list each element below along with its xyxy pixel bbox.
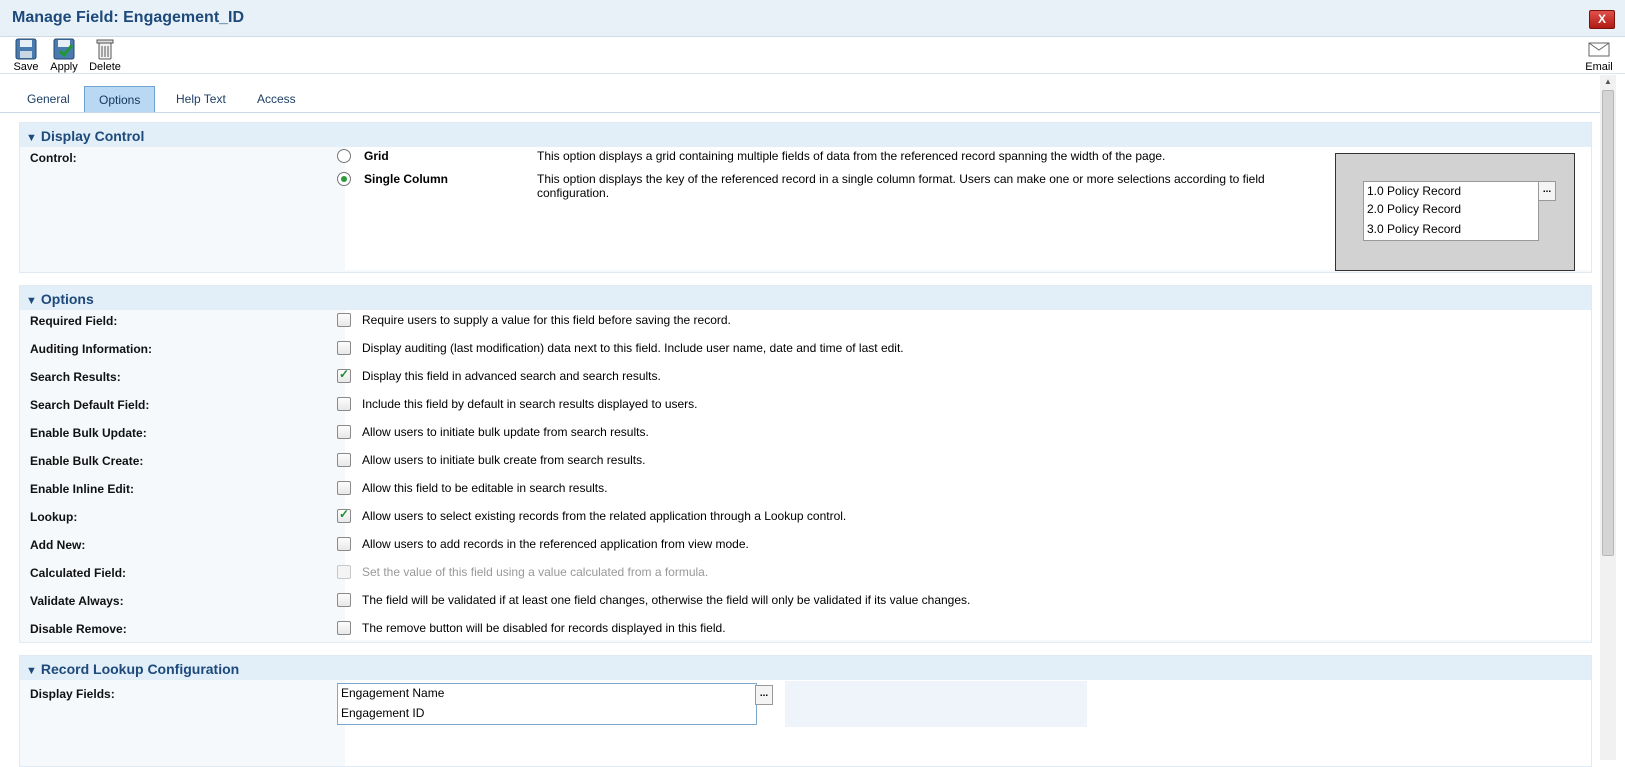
enable-bulk-create-label: Enable Bulk Create:: [30, 454, 144, 468]
save-button[interactable]: Save: [6, 37, 46, 73]
options-header[interactable]: ▼ Options: [20, 286, 1591, 310]
toolbar: Save Apply Delete Email: [0, 37, 1625, 74]
vertical-scrollbar[interactable]: ▲: [1600, 75, 1616, 760]
required-field-description: Require users to supply a value for this…: [362, 313, 731, 327]
display-field-item: Engagement Name: [341, 686, 445, 700]
display-fields-ellipsis-button[interactable]: ...: [755, 685, 773, 705]
add-new-description: Allow users to add records in the refere…: [362, 537, 749, 551]
disable-remove-label: Disable Remove:: [30, 622, 127, 636]
preview-item: 2.0 Policy Record: [1367, 202, 1462, 216]
enable-bulk-create-description: Allow users to initiate bulk create from…: [362, 453, 646, 467]
email-label: Email: [1585, 61, 1613, 73]
single-column-option-description: This option displays the key of the refe…: [537, 172, 1265, 200]
save-label: Save: [13, 61, 39, 73]
disable-remove-checkbox[interactable]: [337, 621, 351, 635]
search-results-checkbox[interactable]: [337, 367, 351, 383]
enable-bulk-update-checkbox[interactable]: [337, 425, 351, 439]
add-new-checkbox[interactable]: [337, 537, 351, 551]
options-title: Options: [40, 291, 94, 307]
title-bar: Manage Field: Engagement_ID X: [0, 0, 1625, 37]
save-icon: [15, 38, 37, 60]
collapse-triangle-icon[interactable]: ▼: [26, 295, 37, 307]
display-fields-side-panel: [785, 681, 1087, 727]
tab-general[interactable]: General: [13, 86, 84, 111]
grid-radio[interactable]: [337, 149, 351, 163]
lookup-label: Lookup:: [30, 510, 78, 524]
display-field-item: Engagement ID: [341, 706, 425, 720]
window-title: Manage Field: Engagement_ID: [12, 9, 245, 26]
required-field-checkbox[interactable]: [337, 313, 351, 327]
delete-label: Delete: [89, 61, 121, 73]
collapse-triangle-icon[interactable]: ▼: [26, 665, 37, 677]
tab-options[interactable]: Options: [84, 86, 156, 112]
validate-always-label: Validate Always:: [30, 594, 124, 608]
apply-label: Apply: [50, 61, 78, 73]
preview-item: 3.0 Policy Record: [1367, 222, 1462, 236]
search-default-field-label: Search Default Field:: [30, 398, 150, 412]
preview-ellipsis-button: ...: [1538, 181, 1556, 201]
required-field-label: Required Field:: [30, 314, 118, 328]
options-body: [345, 310, 1591, 640]
email-button[interactable]: Email: [1579, 37, 1619, 73]
add-new-label: Add New:: [30, 538, 86, 552]
auditing-information-label: Auditing Information:: [30, 342, 152, 356]
enable-inline-edit-description: Allow this field to be editable in searc…: [362, 481, 608, 495]
tab-help-text[interactable]: Help Text: [162, 86, 240, 111]
grid-option-name: Grid: [364, 149, 389, 163]
single-column-radio[interactable]: [337, 172, 351, 186]
display-fields-list[interactable]: Engagement Name Engagement ID: [337, 683, 757, 725]
collapse-triangle-icon[interactable]: ▼: [26, 132, 37, 144]
validate-always-checkbox[interactable]: [337, 593, 351, 607]
control-label: Control:: [30, 151, 77, 165]
grid-option-description: This option displays a grid containing m…: [537, 149, 1166, 163]
validate-always-description: The field will be validated if at least …: [362, 593, 971, 607]
delete-button[interactable]: Delete: [85, 37, 125, 73]
scroll-thumb[interactable]: [1602, 90, 1614, 556]
trash-icon: [96, 39, 114, 60]
auditing-information-checkbox[interactable]: [337, 341, 351, 355]
calculated-field-description: Set the value of this field using a valu…: [362, 565, 709, 579]
single-column-option-name: Single Column: [364, 172, 448, 186]
lookup-description: Allow users to select existing records f…: [362, 509, 847, 523]
enable-bulk-create-checkbox[interactable]: [337, 453, 351, 467]
display-fields-label: Display Fields:: [30, 687, 115, 701]
display-control-title: Display Control: [40, 128, 145, 144]
enable-bulk-update-label: Enable Bulk Update:: [30, 426, 147, 440]
search-default-field-description: Include this field by default in search …: [362, 397, 698, 411]
record-lookup-header[interactable]: ▼ Record Lookup Configuration: [20, 656, 1591, 680]
single-column-preview: 1.0 Policy Record 2.0 Policy Record 3.0 …: [1335, 153, 1575, 271]
calculated-field-checkbox: [337, 565, 351, 579]
preview-list: 1.0 Policy Record 2.0 Policy Record 3.0 …: [1363, 181, 1539, 241]
enable-inline-edit-checkbox[interactable]: [337, 481, 351, 495]
tab-access[interactable]: Access: [243, 86, 310, 111]
enable-inline-edit-label: Enable Inline Edit:: [30, 482, 135, 496]
preview-item: 1.0 Policy Record: [1367, 184, 1462, 198]
scroll-up-icon[interactable]: ▲: [1600, 75, 1616, 89]
record-lookup-title: Record Lookup Configuration: [40, 661, 240, 677]
search-results-description: Display this field in advanced search an…: [362, 369, 661, 383]
apply-icon: [53, 38, 75, 60]
disable-remove-description: The remove button will be disabled for r…: [362, 621, 726, 635]
enable-bulk-update-description: Allow users to initiate bulk update from…: [362, 425, 649, 439]
apply-button[interactable]: Apply: [44, 37, 84, 73]
calculated-field-label: Calculated Field:: [30, 566, 127, 580]
envelope-icon: [1588, 42, 1610, 57]
tab-bar: General Options Help Text Access: [0, 86, 1600, 113]
auditing-information-description: Display auditing (last modification) dat…: [362, 341, 904, 355]
search-default-field-checkbox[interactable]: [337, 397, 351, 411]
search-results-label: Search Results:: [30, 370, 121, 384]
close-button[interactable]: X: [1589, 10, 1615, 29]
lookup-checkbox[interactable]: [337, 507, 351, 523]
options-section: ▼ Options: [19, 285, 1592, 643]
display-control-header[interactable]: ▼ Display Control: [20, 123, 1591, 147]
